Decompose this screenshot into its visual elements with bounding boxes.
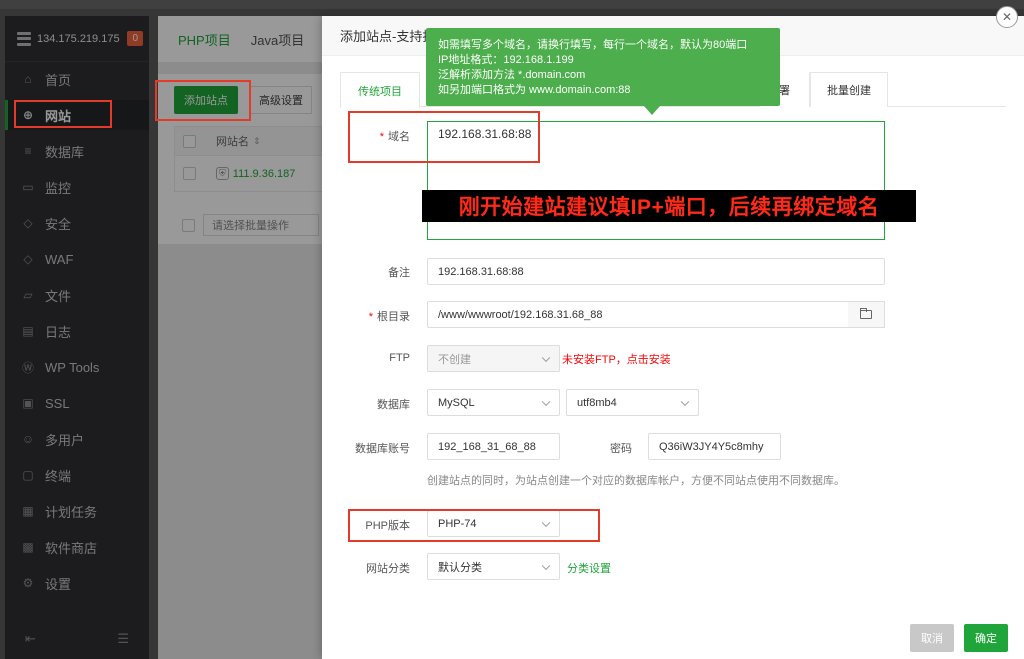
root-dir-label: * 根目录 <box>368 311 410 323</box>
chevron-down-icon <box>541 397 551 406</box>
close-icon[interactable]: ✕ <box>996 6 1018 28</box>
cancel-button[interactable]: 取消 <box>910 624 954 652</box>
confirm-button[interactable]: 确定 <box>964 624 1008 652</box>
tab-traditional-project[interactable]: 传统项目 <box>340 72 420 108</box>
database-label: 数据库 <box>377 399 410 411</box>
category-settings-link[interactable]: 分类设置 <box>567 560 611 576</box>
install-ftp-link[interactable]: 未安装FTP，点击安装 <box>562 351 671 367</box>
db-account-input[interactable]: 192_168_31_68_88 <box>427 433 560 460</box>
password-label: 密码 <box>610 443 632 455</box>
db-account-label: 数据库账号 <box>355 443 410 455</box>
chevron-down-icon <box>541 353 551 362</box>
ftp-select: 不创建 <box>427 345 560 372</box>
chevron-down-icon <box>541 561 551 570</box>
domain-help-tooltip: 如需填写多个域名，请换行填写，每行一个域名，默认为80端口 IP地址格式：192… <box>426 28 780 106</box>
folder-picker-button[interactable] <box>848 301 885 328</box>
root-dir-input[interactable]: /www/wwwroot/192.168.31.68_88 <box>427 301 849 328</box>
annotation-box-php-version <box>348 509 600 542</box>
dialog-title: 添加站点-支持批 <box>340 29 436 44</box>
db-hint: 创建站点的同时，为站点创建一个对应的数据库帐户，方便不同站点使用不同数据库。 <box>427 475 845 487</box>
tooltip-line: 如另加端口格式为 www.domain.com:88 <box>438 84 631 96</box>
tooltip-line: IP地址格式：192.168.1.199 <box>438 54 574 66</box>
database-type-select[interactable]: MySQL <box>427 389 560 416</box>
annotation-box-website-menu <box>14 100 112 128</box>
tooltip-arrow <box>644 106 660 115</box>
charset-select[interactable]: utf8mb4 <box>566 389 699 416</box>
tooltip-line: 如需填写多个域名，请换行填写，每行一个域名，默认为80端口 <box>438 39 748 51</box>
folder-icon <box>860 308 872 319</box>
annotation-banner: 刚开始建站建议填IP+端口，后续再绑定域名 <box>422 190 916 222</box>
chevron-down-icon <box>680 397 690 406</box>
password-input[interactable]: Q36iW3JY4Y5c8mhy <box>648 433 781 460</box>
site-category-label: 网站分类 <box>366 563 410 575</box>
ftp-label: FTP <box>389 352 410 364</box>
site-category-select[interactable]: 默认分类 <box>427 553 560 580</box>
annotation-box-add-site <box>155 80 251 121</box>
tab-batch-create[interactable]: 批量创建 <box>810 72 888 107</box>
remark-input[interactable]: 192.168.31.68:88 <box>427 258 885 285</box>
annotation-box-domain <box>348 111 540 163</box>
remark-label: 备注 <box>388 267 410 279</box>
tooltip-line: 泛解析添加方法 *.domain.com <box>438 69 586 81</box>
